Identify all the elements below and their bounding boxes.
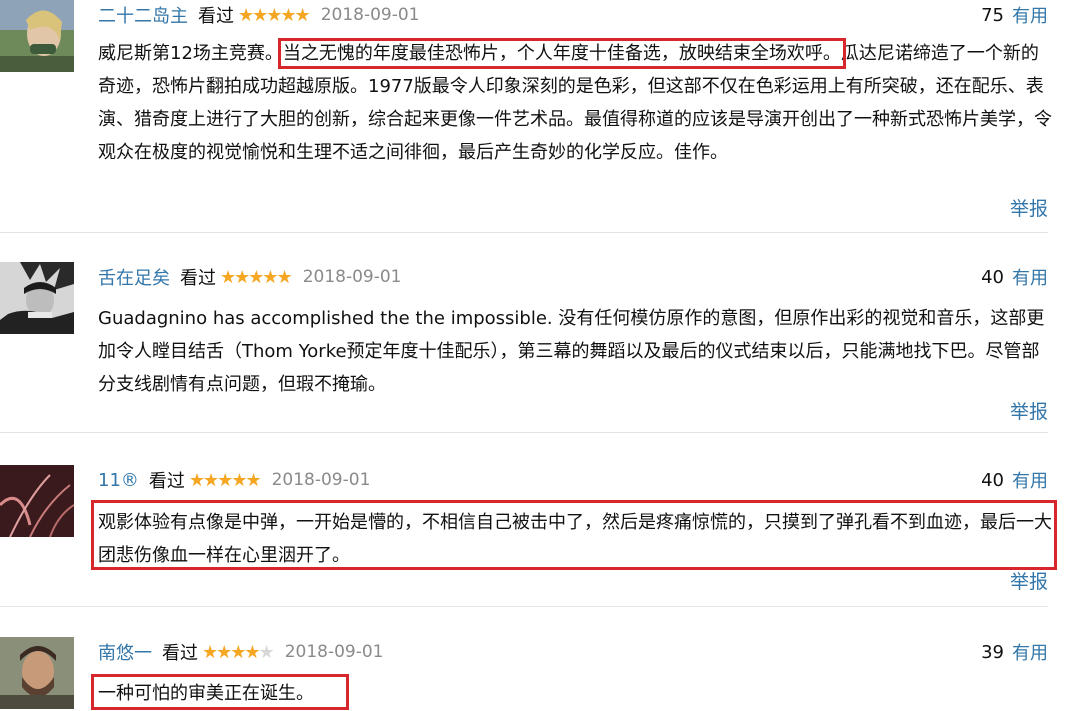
watch-status: 看过: [162, 643, 198, 664]
star-rating: ★★★★★: [238, 4, 311, 26]
report-link[interactable]: 举报: [1010, 192, 1048, 222]
useful-button[interactable]: 有用: [1012, 2, 1048, 28]
highlighted-text: 当之无愧的年度最佳恐怖片，个人年度十佳备选，放映结束全场欢呼。: [277, 38, 846, 69]
star-rating: ★★★★★: [202, 641, 275, 663]
avatar[interactable]: [0, 262, 74, 334]
author-link[interactable]: 舌在足矣: [98, 264, 170, 290]
watch-status: 看过: [180, 268, 216, 289]
author-link[interactable]: 11®: [98, 470, 139, 491]
vote-count: 40: [981, 266, 1004, 288]
review-meta: 舌在足矣 看过 ★★★★★ 2018-09-01: [98, 262, 401, 292]
divider: [0, 432, 1048, 433]
review-text: 一种可怕的审美正在诞生。: [98, 683, 314, 704]
review-text: Guadagnino has accomplished the the impo…: [98, 308, 1045, 395]
vote-count: 75: [981, 4, 1004, 26]
report-link[interactable]: 举报: [1010, 565, 1048, 595]
vote-area: 39 有用: [981, 637, 1048, 667]
review-meta: 二十二岛主 看过 ★★★★★ 2018-09-01: [98, 0, 419, 30]
vote-count: 39: [981, 641, 1004, 663]
vote-area: 40 有用: [981, 465, 1048, 495]
review-text-start: 威尼斯第12场主竞赛。: [98, 43, 283, 64]
review-meta: 11® 看过 ★★★★★ 2018-09-01: [98, 465, 370, 495]
star-rating: ★★★★★: [220, 266, 293, 288]
vote-area: 75 有用: [981, 0, 1048, 30]
useful-button[interactable]: 有用: [1012, 467, 1048, 493]
star-rating: ★★★★★: [188, 469, 262, 491]
review-date: 2018-09-01: [320, 5, 420, 25]
useful-button[interactable]: 有用: [1012, 639, 1048, 665]
review-date: 2018-09-01: [271, 470, 371, 490]
review-meta: 南悠一 看过 ★★★★★ 2018-09-01: [98, 637, 383, 667]
divider: [0, 606, 1048, 607]
avatar[interactable]: [0, 465, 74, 537]
review-text: 威尼斯第12场主竞赛。当之无愧的年度最佳恐怖片，个人年度十佳备选，放映结束全场欢…: [98, 37, 1053, 169]
author-link[interactable]: 南悠一: [98, 639, 152, 665]
vote-area: 40 有用: [981, 262, 1048, 292]
watch-status: 看过: [198, 6, 234, 27]
useful-button[interactable]: 有用: [1012, 264, 1048, 290]
review-text: 观影体验有点像是中弹，一开始是懵的，不相信自己被击中了，然后是疼痛惊慌的，只摸到…: [98, 512, 1052, 566]
review-date: 2018-09-01: [302, 267, 402, 287]
avatar[interactable]: [0, 0, 74, 72]
avatar[interactable]: [0, 637, 74, 709]
watch-status: 看过: [148, 471, 185, 492]
author-link[interactable]: 二十二岛主: [98, 2, 188, 28]
divider: [0, 232, 1048, 233]
review-date: 2018-09-01: [284, 642, 384, 662]
vote-count: 40: [981, 469, 1004, 491]
report-link[interactable]: 举报: [1010, 395, 1048, 425]
